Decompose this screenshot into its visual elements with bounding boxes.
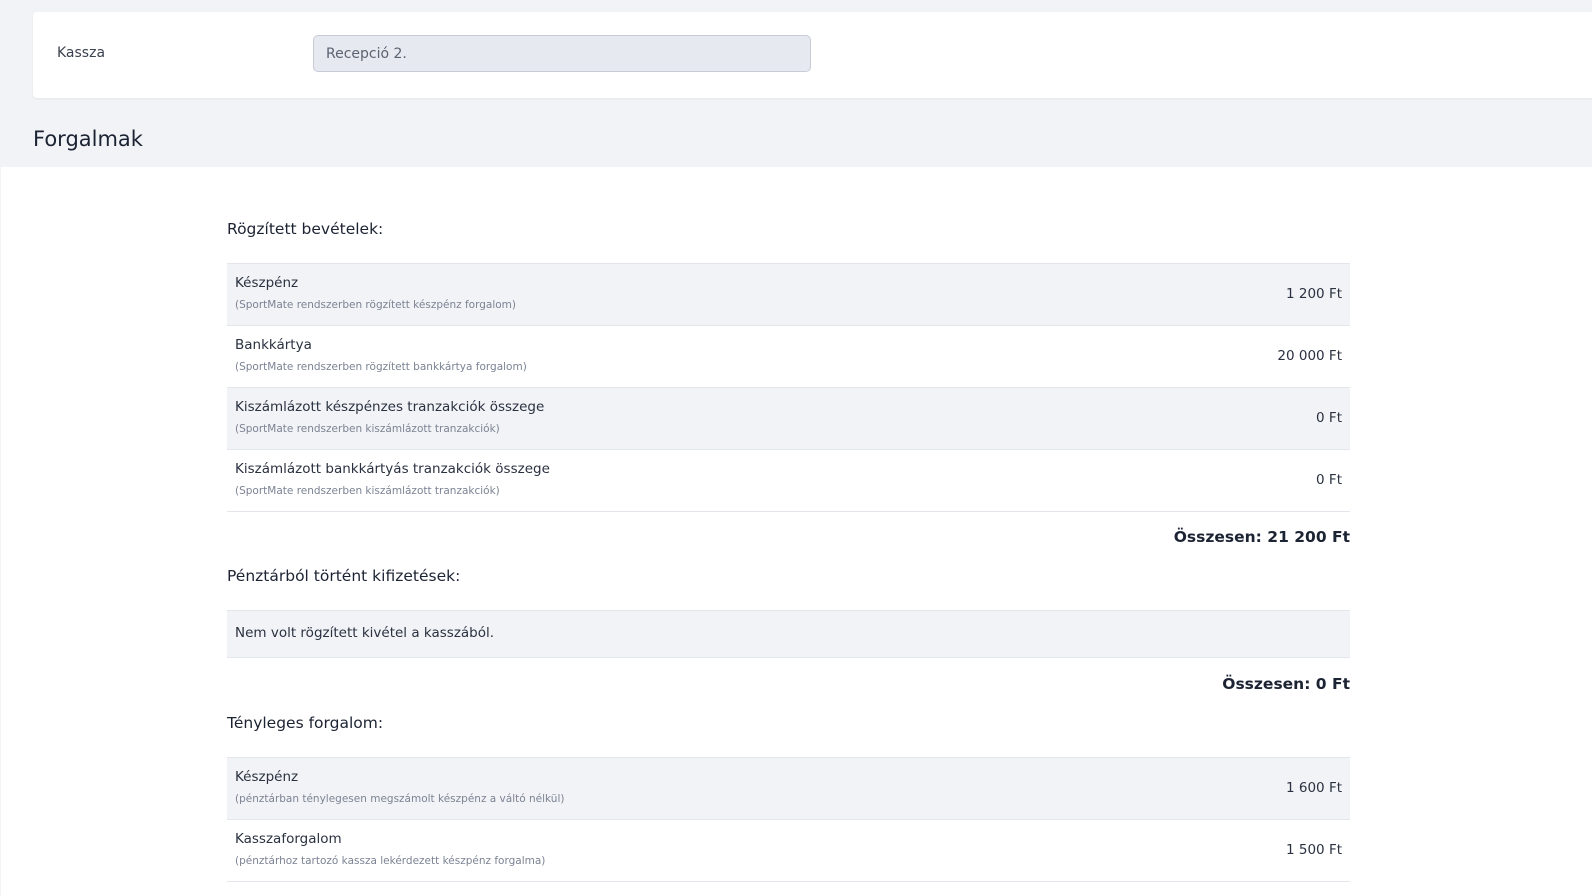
row-subtitle: (SportMate rendszerben rögzített készpén…	[235, 299, 516, 311]
actual-turnover-table: Készpénz (pénztárban ténylegesen megszám…	[227, 757, 1350, 882]
table-row: Kasszaforgalom (pénztárhoz tartozó kassz…	[227, 820, 1350, 882]
row-subtitle: (pénztárhoz tartozó kassza lekérdezett k…	[235, 855, 546, 867]
row-amount: 20 000 Ft	[1277, 348, 1342, 364]
payouts-heading: Pénztárból történt kifizetések:	[227, 567, 461, 585]
cash-register-field[interactable]	[313, 35, 811, 72]
row-amount: 1 600 Ft	[1286, 780, 1342, 796]
row-amount: 1 200 Ft	[1286, 286, 1342, 302]
table-row: Kiszámlázott bankkártyás tranzakciók öss…	[227, 450, 1350, 512]
row-subtitle: (SportMate rendszerben kiszámlázott tran…	[235, 485, 500, 497]
row-title: Kiszámlázott bankkártyás tranzakciók öss…	[235, 461, 550, 477]
table-row: Készpénz (pénztárban ténylegesen megszám…	[227, 758, 1350, 820]
row-subtitle: (pénztárban ténylegesen megszámolt készp…	[235, 793, 565, 805]
cash-register-label: Kassza	[57, 45, 106, 61]
payouts-total: Összesen: 0 Ft	[1222, 675, 1350, 693]
row-title: Készpénz	[235, 275, 299, 291]
turnover-panel: Rögzített bevételek: Készpénz (SportMate…	[1, 167, 1592, 896]
row-subtitle: (SportMate rendszerben rögzített bankkár…	[235, 361, 527, 373]
payouts-table: Nem volt rögzített kivétel a kasszából.	[227, 610, 1350, 658]
row-title: Bankkártya	[235, 337, 312, 353]
row-title: Kiszámlázott készpénzes tranzakciók össz…	[235, 399, 545, 415]
table-row: Készpénz (SportMate rendszerben rögzítet…	[227, 264, 1350, 326]
recorded-income-heading: Rögzített bevételek:	[227, 220, 384, 238]
recorded-income-table: Készpénz (SportMate rendszerben rögzítet…	[227, 263, 1350, 512]
row-title: Kasszaforgalom	[235, 831, 342, 847]
cash-register-card: Kassza	[33, 12, 1592, 98]
row-amount: 0 Ft	[1316, 410, 1342, 426]
empty-message: Nem volt rögzített kivétel a kasszából.	[235, 625, 495, 641]
table-row: Nem volt rögzített kivétel a kasszából.	[227, 611, 1350, 658]
row-amount: 0 Ft	[1316, 472, 1342, 488]
row-amount: 1 500 Ft	[1286, 842, 1342, 858]
table-row: Bankkártya (SportMate rendszerben rögzít…	[227, 326, 1350, 388]
row-subtitle: (SportMate rendszerben kiszámlázott tran…	[235, 423, 500, 435]
recorded-income-total: Összesen: 21 200 Ft	[1173, 528, 1350, 546]
row-title: Készpénz	[235, 769, 299, 785]
actual-turnover-heading: Tényleges forgalom:	[227, 714, 384, 732]
table-row: Kiszámlázott készpénzes tranzakciók össz…	[227, 388, 1350, 450]
page-title: Forgalmak	[33, 127, 143, 151]
